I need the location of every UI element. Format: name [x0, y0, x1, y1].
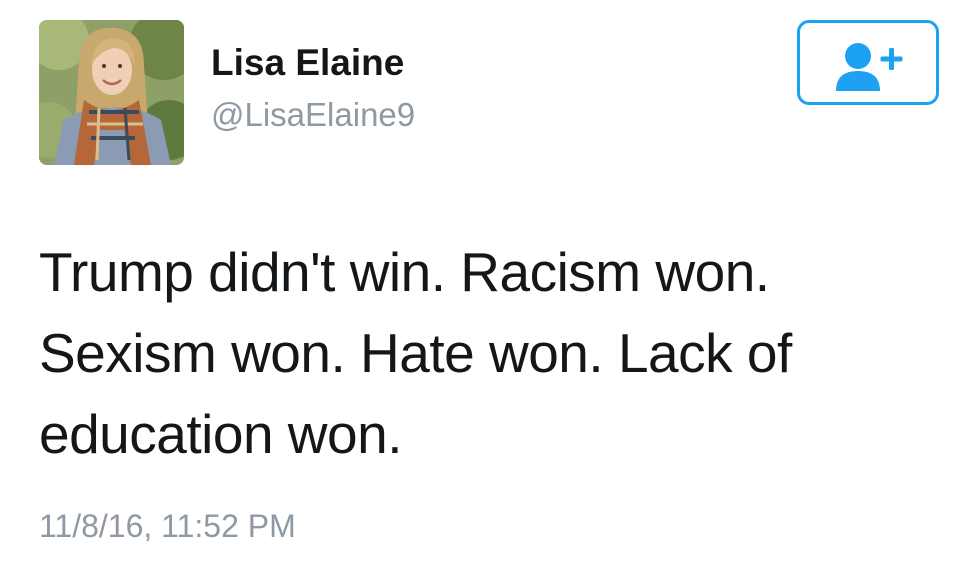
tweet-text-line: Trump didn't win. Racism won.: [39, 241, 770, 303]
tweet-text: Trump didn't win. Racism won. Sexism won…: [39, 232, 939, 475]
tweet-timestamp[interactable]: 11/8/16, 11:52 PM: [39, 510, 296, 542]
tweet-text-line: education won.: [39, 403, 403, 465]
user-handle[interactable]: @LisaElaine9: [211, 98, 415, 131]
profile-photo-icon: [39, 20, 184, 165]
avatar[interactable]: [39, 20, 184, 165]
user-display-name[interactable]: Lisa Elaine: [211, 44, 404, 81]
follow-button[interactable]: [797, 20, 939, 105]
tweet-text-line: Sexism won. Hate won. Lack of: [39, 322, 792, 384]
tweet-card: Lisa Elaine @LisaElaine9 Trump didn't wi…: [0, 0, 980, 565]
add-user-icon: [836, 43, 903, 91]
